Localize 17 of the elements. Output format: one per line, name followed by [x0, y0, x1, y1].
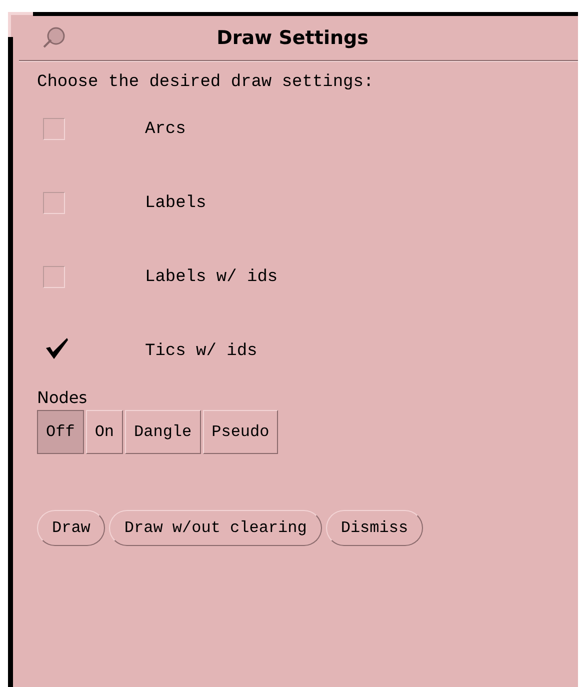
window-title: Draw Settings [216, 27, 370, 49]
checkbox-label: Tics w/ ids [145, 342, 258, 360]
checkbox[interactable] [43, 192, 65, 214]
checkbox-label: Labels [145, 194, 206, 212]
instruction-text: Choose the desired draw settings: [37, 73, 375, 92]
action-button[interactable]: Draw [37, 510, 106, 546]
checkbox-label: Arcs [145, 120, 186, 138]
choice-button[interactable]: Pseudo [202, 410, 278, 454]
action-button[interactable]: Draw w/out clearing [109, 510, 322, 546]
choice-button[interactable]: Off [37, 410, 84, 454]
checkbox-label: Labels w/ ids [145, 268, 278, 286]
choice-button[interactable]: Dangle [125, 410, 201, 454]
action-button[interactable]: Dismiss [326, 510, 424, 546]
choice-button[interactable]: On [86, 410, 124, 454]
checkbox[interactable] [43, 266, 65, 288]
checkbox[interactable] [43, 118, 65, 140]
nodes-label: Nodes [37, 388, 88, 407]
